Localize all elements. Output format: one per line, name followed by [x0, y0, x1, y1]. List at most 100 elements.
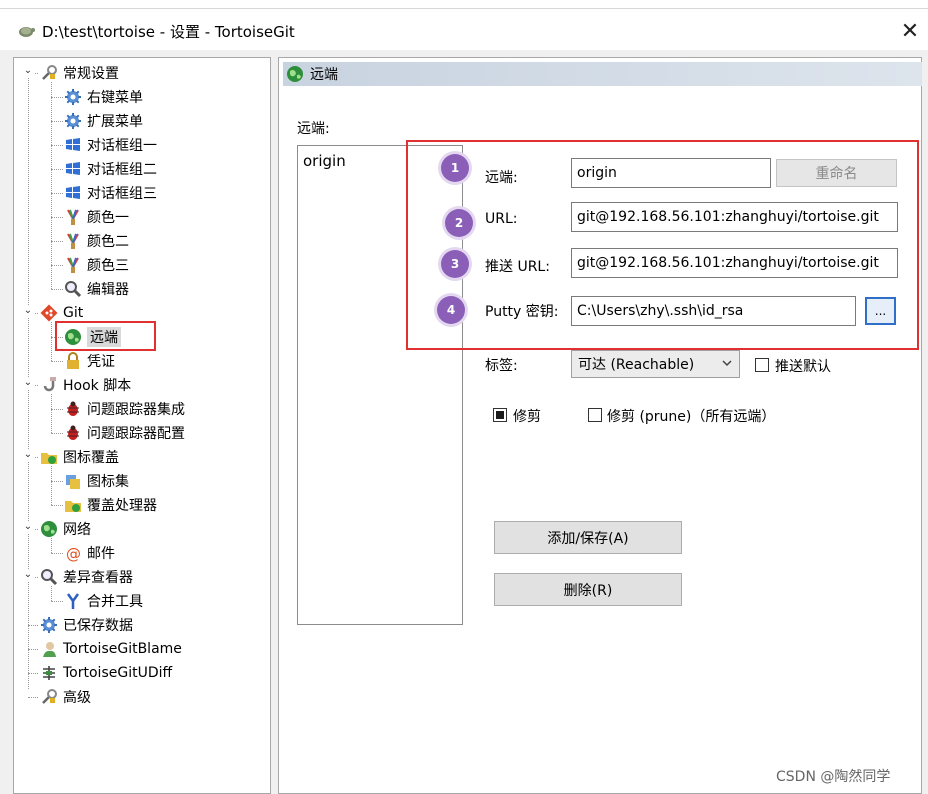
list-item[interactable]: origin: [303, 152, 346, 170]
tags-label: 标签:: [485, 358, 518, 374]
tree-connector: [28, 697, 38, 698]
hook-icon: [43, 377, 56, 392]
chevron-down-icon[interactable]: ⌄: [22, 521, 34, 533]
prune-all-checkbox[interactable]: [588, 408, 602, 422]
tree-connector: [51, 433, 63, 434]
tree-item[interactable]: 合并工具: [64, 590, 143, 612]
prune-all-label: 修剪 (prune)（所有远端）: [607, 409, 776, 425]
chevron-down-icon[interactable]: ⌄: [22, 305, 34, 317]
tags-select[interactable]: 可达 (Reachable): [571, 350, 740, 378]
globe-icon: [41, 521, 57, 537]
tree-item[interactable]: 问题跟踪器配置: [64, 422, 185, 444]
tree-item[interactable]: 颜色二: [64, 230, 129, 252]
tree-item-label: 问题跟踪器配置: [87, 426, 185, 442]
svg-text:@: @: [66, 545, 81, 562]
gear-icon: [65, 113, 81, 129]
tree-item[interactable]: 颜色一: [64, 206, 129, 228]
tree-item-label: 高级: [63, 690, 91, 706]
git-icon: [40, 304, 58, 322]
tree-connector: [51, 289, 63, 290]
tree-connector: [51, 466, 52, 505]
tree-item[interactable]: 高级: [40, 686, 91, 708]
prune-label: 修剪: [513, 409, 541, 425]
page-title: 远端: [310, 67, 338, 83]
tree-item[interactable]: 问题跟踪器集成: [64, 398, 185, 420]
tree-item[interactable]: 差异查看器: [40, 566, 133, 588]
chevron-down-icon[interactable]: ⌄: [22, 377, 34, 389]
tree-item-label: 扩展菜单: [87, 114, 143, 130]
delete-button[interactable]: 删除(R): [494, 573, 682, 606]
tree-item-label: 颜色三: [87, 258, 129, 274]
chevron-down-icon[interactable]: ⌄: [22, 569, 34, 581]
tree-item-label: TortoiseGitBlame: [63, 641, 182, 657]
tree-item-label: 对话框组一: [87, 138, 157, 154]
tree-item-label: 常规设置: [63, 66, 119, 82]
tree-item[interactable]: 编辑器: [64, 278, 129, 300]
magnifier-icon: [65, 281, 82, 298]
close-button[interactable]: ✕: [896, 17, 924, 45]
tree-item-label: 网络: [63, 522, 91, 538]
chevron-down-icon[interactable]: ⌄: [22, 65, 34, 77]
tree-connector: [51, 505, 63, 506]
tree-item[interactable]: TortoiseGitUDiff: [40, 662, 172, 684]
blame-icon: [43, 642, 56, 657]
tree-connector: [51, 586, 52, 601]
step-badge-1: 1: [441, 154, 469, 182]
tree-item[interactable]: 图标覆盖: [40, 446, 119, 468]
tree-item[interactable]: 对话框组一: [64, 134, 157, 156]
settings-tree[interactable]: 常规设置 ⌄ 右键菜单扩展菜单对话框组一对话框组二 对话框组三 颜色一颜色二颜色三编辑器…: [13, 57, 271, 794]
tree-item[interactable]: Hook 脚本: [40, 374, 131, 396]
tree-connector: [51, 361, 63, 362]
brush-icon: [67, 209, 79, 225]
tree-item[interactable]: 扩展菜单: [64, 110, 143, 132]
wrench-icon: [42, 65, 57, 80]
tree-connector: [51, 394, 52, 433]
push-default-checkbox[interactable]: [755, 358, 769, 372]
step-badge-4: 4: [437, 296, 465, 324]
tree-item[interactable]: TortoiseGitBlame: [40, 638, 182, 660]
tree-item[interactable]: 对话框组三: [64, 182, 157, 204]
tree-item[interactable]: 常规设置: [40, 62, 119, 84]
highlight-box-remote-item: [55, 321, 156, 351]
tree-item-label: 右键菜单: [87, 90, 143, 106]
tree-connector: [51, 145, 63, 146]
lock-icon: [67, 352, 79, 369]
windows-icon: [66, 186, 80, 199]
add-save-button[interactable]: 添加/保存(A): [494, 521, 682, 554]
tree-connector: [51, 217, 63, 218]
tree-item[interactable]: 图标集: [64, 470, 129, 492]
tree-item-label: 覆盖处理器: [87, 498, 157, 514]
tree-item[interactable]: @ 邮件: [64, 542, 115, 564]
tree-connector: [51, 265, 63, 266]
tree-item[interactable]: 对话框组二: [64, 158, 157, 180]
folder-overlay-icon: [41, 453, 57, 464]
chevron-down-icon[interactable]: ⌄: [22, 449, 34, 461]
tree-item[interactable]: 颜色三: [64, 254, 129, 276]
tree-item-label: 差异查看器: [63, 570, 133, 586]
step-badge-2: 2: [445, 209, 473, 237]
tree-item[interactable]: 凭证: [64, 350, 115, 372]
tree-item-label: TortoiseGitUDiff: [63, 665, 173, 681]
highlight-box-form: [406, 140, 919, 350]
tree-item-label: 图标覆盖: [63, 450, 119, 466]
prune-checkbox[interactable]: [493, 408, 507, 422]
tree-item[interactable]: 覆盖处理器: [64, 494, 157, 516]
tree-connector: [51, 193, 63, 194]
tree-item-label: 颜色二: [87, 234, 129, 250]
tree-item[interactable]: 右键菜单: [64, 86, 143, 108]
tree-connector: [51, 553, 63, 554]
title-bar: D:\test\tortoise - 设置 - TortoiseGit ✕: [0, 8, 928, 50]
tortoise-app-icon: [19, 27, 35, 37]
tree-item-label: 问题跟踪器集成: [87, 402, 185, 418]
tree-item-label: 图标集: [87, 474, 129, 490]
tree-item[interactable]: 网络: [40, 518, 91, 540]
magnifier-icon: [41, 569, 58, 586]
tree-connector: [51, 481, 63, 482]
tree-connector: [51, 538, 52, 553]
gear-icon: [41, 617, 57, 633]
tree-item[interactable]: 已保存数据: [40, 614, 133, 636]
tree-connector: [28, 625, 38, 626]
tags-selected-value: 可达 (Reachable): [578, 357, 695, 373]
iconset-icon: [66, 475, 80, 489]
globe-icon: [287, 66, 303, 82]
